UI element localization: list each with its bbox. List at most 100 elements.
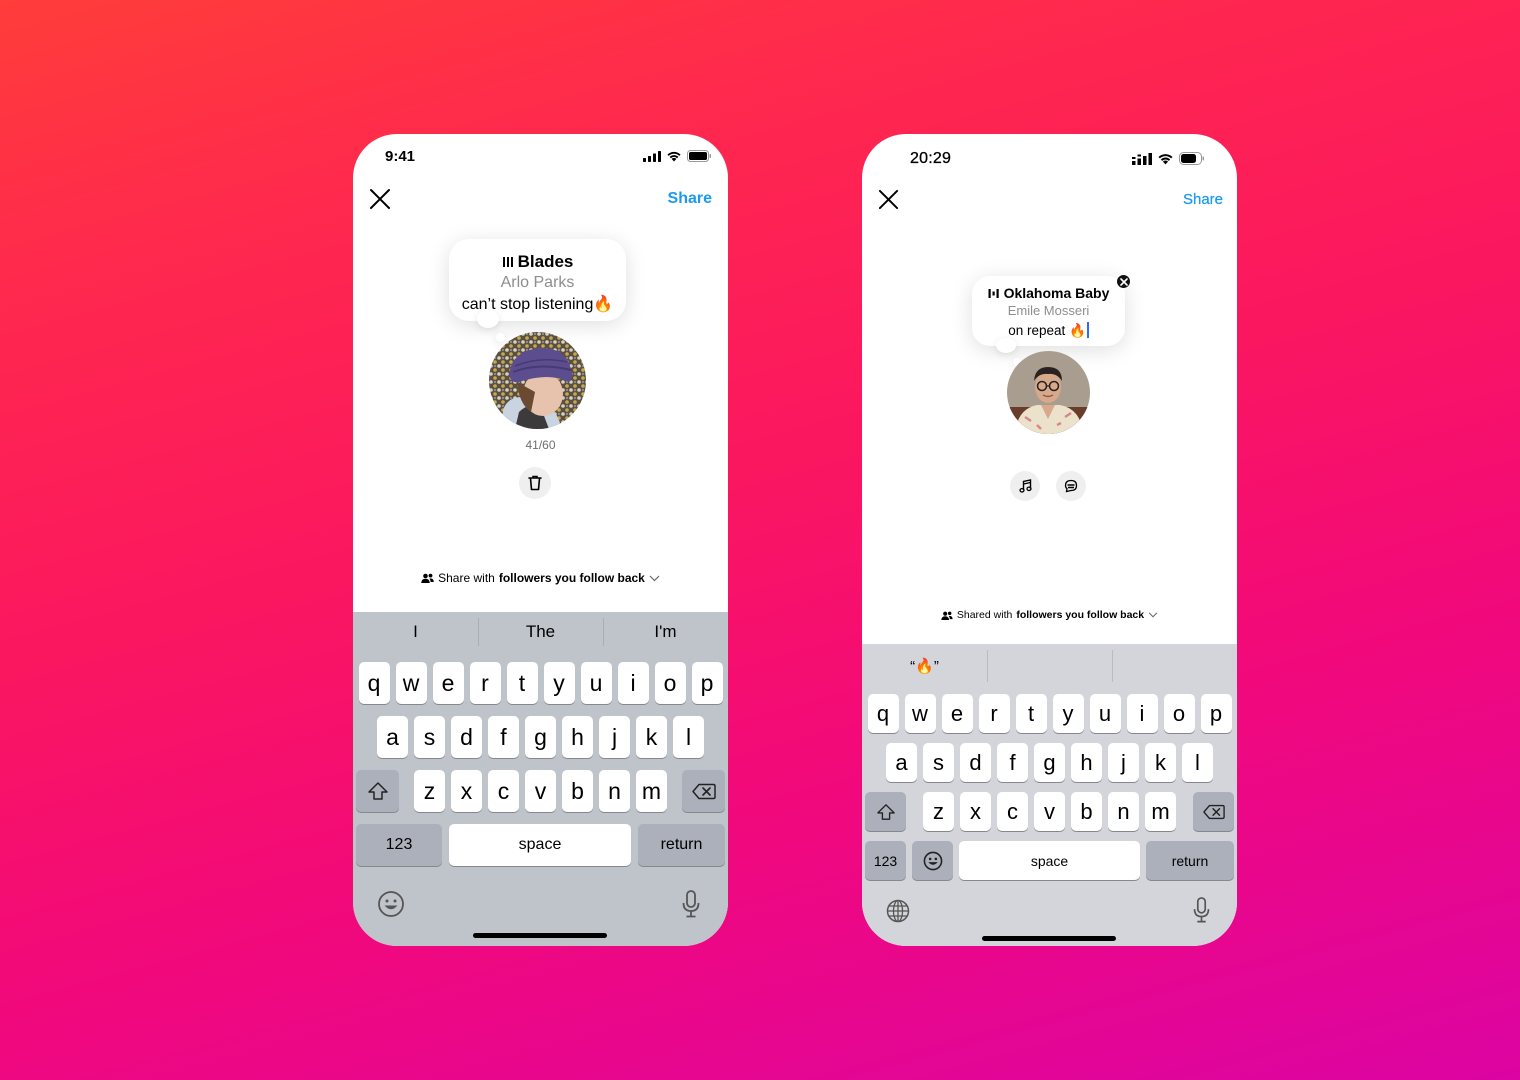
language-button[interactable]: [886, 899, 910, 928]
emoji-button[interactable]: [377, 890, 405, 923]
key-p[interactable]: p: [691, 662, 723, 704]
close-button[interactable]: [878, 189, 899, 210]
key-r[interactable]: r: [469, 662, 501, 704]
key-u[interactable]: u: [580, 662, 612, 704]
key-x[interactable]: x: [960, 792, 991, 831]
key-s[interactable]: s: [414, 716, 445, 758]
key-k[interactable]: k: [1145, 743, 1176, 782]
character-count: 41/60: [525, 438, 556, 452]
dictation-button[interactable]: [1193, 897, 1210, 928]
home-indicator[interactable]: [982, 936, 1116, 941]
key-i[interactable]: i: [1126, 694, 1158, 733]
key-n[interactable]: n: [1108, 792, 1139, 831]
battery-icon: [1179, 152, 1204, 165]
key-i[interactable]: i: [617, 662, 649, 704]
space-key[interactable]: space: [449, 824, 631, 866]
note-style-button[interactable]: [1056, 471, 1086, 501]
audience-selector[interactable]: Share with followers you follow back: [353, 571, 728, 585]
key-w[interactable]: w: [904, 694, 936, 733]
key-l[interactable]: l: [1182, 743, 1213, 782]
keyboard: “🔥” qwertyuiop asdfghjkl zxcvbnm 123 spa…: [862, 644, 1237, 946]
key-g[interactable]: g: [1034, 743, 1065, 782]
key-t[interactable]: t: [506, 662, 538, 704]
audio-bars-icon: [502, 256, 513, 267]
globe-icon: [886, 899, 910, 923]
note-bubble[interactable]: Blades Arlo Parks can’t stop listening🔥: [449, 239, 626, 321]
note-text[interactable]: on repeat 🔥: [972, 321, 1125, 340]
key-c[interactable]: c: [997, 792, 1028, 831]
key-m[interactable]: m: [1145, 792, 1176, 831]
key-a[interactable]: a: [886, 743, 917, 782]
dictation-button[interactable]: [682, 890, 700, 923]
shift-key[interactable]: [356, 770, 399, 812]
key-x[interactable]: x: [451, 770, 482, 812]
key-z[interactable]: z: [923, 792, 954, 831]
return-key[interactable]: return: [638, 824, 725, 866]
key-g[interactable]: g: [525, 716, 556, 758]
key-l[interactable]: l: [673, 716, 704, 758]
delete-note-button[interactable]: [519, 467, 551, 499]
note-bubble[interactable]: Oklahoma Baby Emile Mosseri on repeat 🔥: [972, 276, 1125, 346]
key-y[interactable]: y: [1052, 694, 1084, 733]
suggestion-item[interactable]: [987, 644, 1112, 688]
key-d[interactable]: d: [451, 716, 482, 758]
numbers-key[interactable]: 123: [356, 824, 442, 866]
key-p[interactable]: p: [1200, 694, 1232, 733]
delete-key[interactable]: [1193, 792, 1234, 831]
key-o[interactable]: o: [654, 662, 686, 704]
key-r[interactable]: r: [978, 694, 1010, 733]
home-indicator[interactable]: [473, 933, 607, 938]
key-j[interactable]: j: [599, 716, 630, 758]
chat-bubble-icon: [1064, 479, 1078, 493]
music-button[interactable]: [1010, 471, 1040, 501]
share-button[interactable]: Share: [1183, 191, 1223, 208]
key-u[interactable]: u: [1089, 694, 1121, 733]
key-n[interactable]: n: [599, 770, 630, 812]
key-d[interactable]: d: [960, 743, 991, 782]
key-z[interactable]: z: [414, 770, 445, 812]
key-t[interactable]: t: [1015, 694, 1047, 733]
key-h[interactable]: h: [562, 716, 593, 758]
key-q[interactable]: q: [358, 662, 390, 704]
key-h[interactable]: h: [1071, 743, 1102, 782]
key-e[interactable]: e: [432, 662, 464, 704]
key-b[interactable]: b: [562, 770, 593, 812]
key-v[interactable]: v: [525, 770, 556, 812]
numbers-key[interactable]: 123: [865, 841, 906, 880]
key-y[interactable]: y: [543, 662, 575, 704]
close-icon: [370, 189, 390, 209]
remove-note-button[interactable]: [1116, 274, 1131, 289]
audience-selector[interactable]: Shared with followers you follow back: [862, 609, 1237, 621]
suggestion-item[interactable]: [1112, 644, 1237, 688]
suggestion-item[interactable]: The: [478, 612, 603, 652]
key-q[interactable]: q: [867, 694, 899, 733]
note-text-value: on repeat 🔥: [1008, 322, 1086, 338]
share-button[interactable]: Share: [668, 190, 712, 208]
return-key[interactable]: return: [1146, 841, 1234, 880]
key-j[interactable]: j: [1108, 743, 1139, 782]
key-w[interactable]: w: [395, 662, 427, 704]
emoji-key[interactable]: [912, 841, 953, 880]
note-text[interactable]: can’t stop listening🔥: [449, 295, 626, 315]
close-button[interactable]: [369, 188, 391, 210]
delete-key[interactable]: [682, 770, 725, 812]
suggestion-item[interactable]: I'm: [603, 612, 728, 652]
key-v[interactable]: v: [1034, 792, 1065, 831]
avatar: [489, 332, 586, 429]
key-e[interactable]: e: [941, 694, 973, 733]
microphone-icon: [682, 890, 700, 918]
key-o[interactable]: o: [1163, 694, 1195, 733]
space-key[interactable]: space: [959, 841, 1140, 880]
key-b[interactable]: b: [1071, 792, 1102, 831]
key-k[interactable]: k: [636, 716, 667, 758]
key-f[interactable]: f: [997, 743, 1028, 782]
suggestion-item[interactable]: I: [353, 612, 478, 652]
key-m[interactable]: m: [636, 770, 667, 812]
key-f[interactable]: f: [488, 716, 519, 758]
thought-bubble-dot: [996, 338, 1016, 353]
key-s[interactable]: s: [923, 743, 954, 782]
shift-key[interactable]: [865, 792, 906, 831]
key-c[interactable]: c: [488, 770, 519, 812]
suggestion-item[interactable]: “🔥”: [862, 644, 987, 688]
key-a[interactable]: a: [377, 716, 408, 758]
